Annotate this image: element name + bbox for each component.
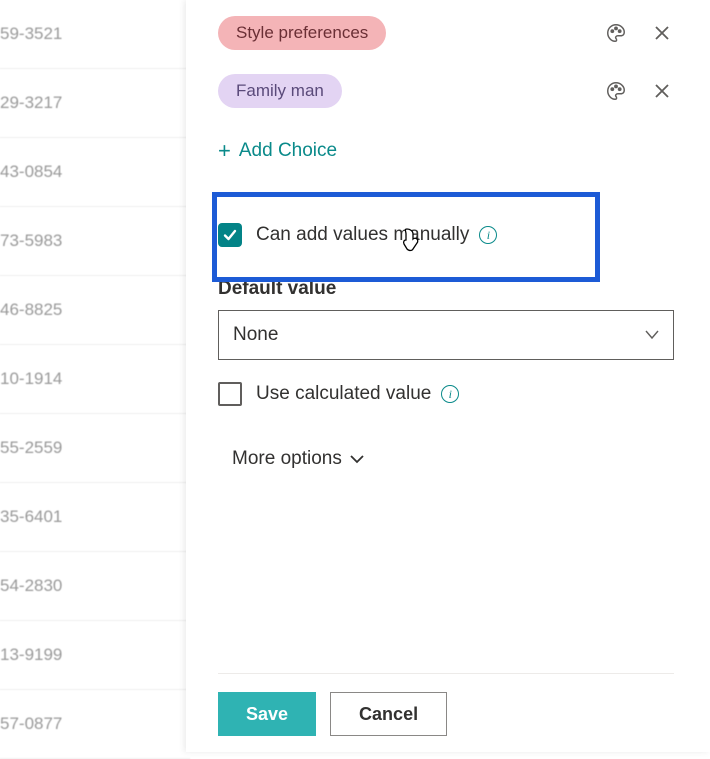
column-settings-panel: Style preferences Family man + Add Choice… xyxy=(186,0,710,752)
background-list: 59-352129-321743-085473-598346-882510-19… xyxy=(0,0,190,752)
choice-pill[interactable]: Family man xyxy=(218,74,342,108)
list-row: 13-9199 xyxy=(0,621,190,690)
chevron-down-icon xyxy=(350,454,364,464)
choice-row: Family man xyxy=(218,62,674,120)
info-icon[interactable]: i xyxy=(441,385,459,403)
cancel-button[interactable]: Cancel xyxy=(330,692,447,736)
can-add-values-row[interactable]: Can add values manually i xyxy=(218,188,674,278)
choice-row: Style preferences xyxy=(218,4,674,62)
use-calculated-label: Use calculated value i xyxy=(256,383,459,405)
list-row: 54-2830 xyxy=(0,552,190,621)
list-row: 35-6401 xyxy=(0,483,190,552)
save-button[interactable]: Save xyxy=(218,692,316,736)
list-row: 29-3217 xyxy=(0,69,190,138)
default-value-label: Default value xyxy=(218,278,674,300)
list-row: 55-2559 xyxy=(0,414,190,483)
add-choice-label: Add Choice xyxy=(239,140,337,162)
add-choice-button[interactable]: + Add Choice xyxy=(218,138,674,164)
list-row: 46-8825 xyxy=(0,276,190,345)
use-calculated-row[interactable]: Use calculated value i xyxy=(218,382,674,406)
more-options-toggle[interactable]: More options xyxy=(232,448,674,470)
panel-footer: Save Cancel xyxy=(218,673,674,736)
chevron-down-icon xyxy=(645,324,659,346)
list-row: 43-0854 xyxy=(0,138,190,207)
choice-pill[interactable]: Style preferences xyxy=(218,16,386,50)
default-value-select[interactable]: None xyxy=(218,310,674,360)
list-row: 57-0877 xyxy=(0,690,190,759)
use-calculated-checkbox[interactable] xyxy=(218,382,242,406)
list-row: 59-3521 xyxy=(0,0,190,69)
palette-icon[interactable] xyxy=(604,79,628,103)
plus-icon: + xyxy=(218,138,231,164)
list-row: 10-1914 xyxy=(0,345,190,414)
info-icon[interactable]: i xyxy=(479,226,497,244)
palette-icon[interactable] xyxy=(604,21,628,45)
default-value-selected: None xyxy=(233,324,278,346)
close-icon[interactable] xyxy=(650,79,674,103)
can-add-values-checkbox[interactable] xyxy=(218,223,242,247)
can-add-values-label: Can add values manually i xyxy=(256,224,497,246)
list-row: 73-5983 xyxy=(0,207,190,276)
close-icon[interactable] xyxy=(650,21,674,45)
